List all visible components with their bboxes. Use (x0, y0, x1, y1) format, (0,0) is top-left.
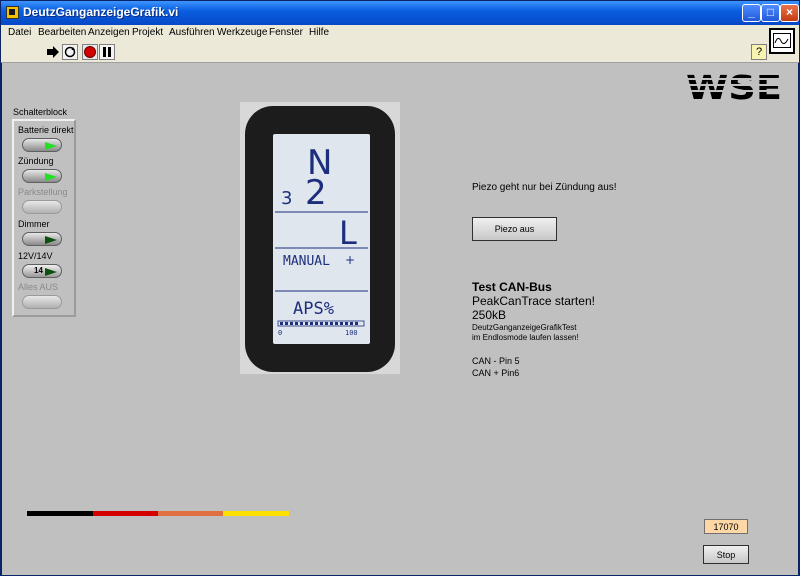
can-instruction-2: DeutzGanganzeigeGrafikTest (472, 323, 577, 332)
menu-werkzeuge[interactable]: Werkzeuge (217, 27, 267, 38)
front-panel (2, 63, 798, 575)
gear-small-indicator: 3 (281, 188, 292, 209)
menu-datei[interactable]: Datei (8, 27, 31, 38)
scale-max: 100 (345, 329, 358, 337)
menu-bar: Datei Bearbeiten Anzeigen Projekt Ausfüh… (1, 25, 799, 43)
voltage-switch[interactable]: 14 (22, 264, 62, 278)
dimmer-label: Dimmer (18, 219, 50, 229)
counter-indicator: 17070 (704, 519, 748, 534)
wse-logo: WSE (684, 68, 784, 107)
plus-indicator: + (345, 253, 355, 267)
can-title: Test CAN-Bus (472, 280, 552, 294)
led-indicator (45, 268, 57, 276)
stop-button[interactable]: Stop (703, 545, 749, 564)
piezo-message: Piezo geht nur bei Zündung aus! (472, 182, 617, 193)
gear-display-image: N 2 3 L MANUAL + APS% 0 100 (240, 102, 400, 374)
menu-ausfuehren[interactable]: Ausführen (169, 27, 215, 38)
range-indicator: L (339, 214, 357, 252)
labview-window: DeutzGanganzeigeGrafik.vi _ □ × Datei Be… (0, 0, 800, 576)
can-instruction-3: im Endlosmode laufen lassen! (472, 333, 579, 342)
voltage-value: 14 (34, 266, 43, 275)
can-pin-minus: CAN - Pin 5 (472, 356, 520, 366)
led-indicator (45, 173, 57, 181)
zuendung-switch[interactable] (22, 169, 62, 183)
abort-stop-icon[interactable] (82, 44, 98, 60)
run-arrow-icon[interactable] (45, 44, 61, 60)
alles-aus-label: Alles AUS (18, 282, 59, 292)
can-baudrate: 250kB (472, 308, 507, 322)
can-instruction-1: PeakCanTrace starten! (472, 294, 595, 308)
run-continuous-icon[interactable] (62, 44, 78, 60)
scale-min: 0 (278, 329, 282, 337)
dimmer-switch[interactable] (22, 232, 62, 246)
display-housing: N 2 3 L MANUAL + APS% 0 100 (245, 106, 395, 372)
zuendung-label: Zündung (18, 156, 54, 166)
led-indicator (45, 142, 57, 150)
labview-app-icon[interactable] (6, 6, 19, 19)
minimize-button[interactable]: _ (742, 4, 761, 22)
menu-projekt[interactable]: Projekt (132, 27, 163, 38)
color-bar (27, 511, 289, 516)
schalterblock-label: Schalterblock (13, 107, 68, 117)
title-bar[interactable]: DeutzGanganzeigeGrafik.vi _ □ × (1, 1, 799, 25)
maximize-button[interactable]: □ (761, 4, 780, 22)
close-button[interactable]: × (780, 4, 799, 22)
context-help-icon[interactable]: ? (751, 44, 767, 60)
menu-hilfe[interactable]: Hilfe (309, 27, 329, 38)
gear-indicator: 2 (305, 173, 327, 213)
manual-indicator: MANUAL (283, 254, 330, 269)
vi-icon-graph (769, 28, 795, 54)
batterie-direkt-label: Batterie direkt (18, 125, 74, 135)
aps-indicator: APS% (293, 299, 334, 319)
menu-bearbeiten[interactable]: Bearbeiten (38, 27, 86, 38)
led-indicator (45, 236, 57, 244)
alles-aus-switch[interactable] (22, 295, 62, 309)
parkstellung-label: Parkstellung (18, 187, 68, 197)
window-title: DeutzGanganzeigeGrafik.vi (23, 5, 179, 19)
parkstellung-switch[interactable] (22, 200, 62, 214)
batterie-direkt-switch[interactable] (22, 138, 62, 152)
bar-segment-red (93, 511, 158, 516)
can-pin-plus: CAN + Pin6 (472, 368, 520, 378)
voltage-label: 12V/14V (18, 251, 53, 261)
lcd-screen: N 2 3 L MANUAL + APS% 0 100 (273, 134, 370, 344)
toolbar: ? (1, 43, 799, 63)
pause-icon[interactable] (99, 44, 115, 60)
bar-segment-black (27, 511, 93, 516)
bar-segment-orange (158, 511, 223, 516)
bar-segment-yellow (223, 511, 289, 516)
menu-fenster[interactable]: Fenster (269, 27, 303, 38)
menu-anzeigen[interactable]: Anzeigen (88, 27, 130, 38)
piezo-aus-button[interactable]: Piezo aus (472, 217, 557, 241)
